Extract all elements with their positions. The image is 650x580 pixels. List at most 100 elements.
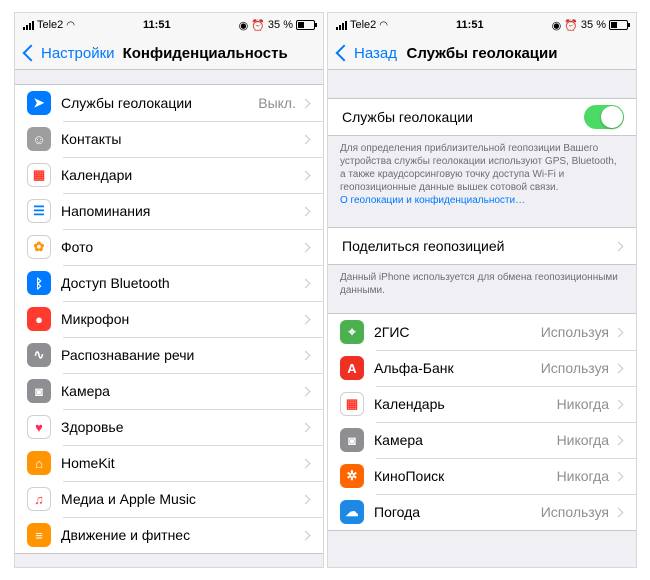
- location-services-screen: Tele2 ◠ 11:51 ◉ ⏰ 35 % Назад Службы геол…: [327, 12, 637, 568]
- chevron-right-icon: [300, 98, 311, 108]
- camera-icon: ◙: [340, 428, 364, 452]
- list-item-label: Распознавание речи: [61, 347, 195, 363]
- alfa-bank-icon: A: [340, 356, 364, 380]
- list-item[interactable]: ▦ Календари: [15, 157, 323, 193]
- clock: 11:51: [143, 19, 171, 31]
- toggle-label: Службы геолокации: [342, 109, 473, 125]
- share-footer: Данный iPhone используется для обмена ге…: [340, 272, 618, 296]
- speech-recognition-icon: ∿: [27, 343, 51, 367]
- share-label: Поделиться геопозицией: [342, 238, 505, 254]
- motion-icon: ≡: [27, 523, 51, 547]
- chevron-right-icon: [300, 422, 311, 432]
- list-item[interactable]: A Альфа-Банк Используя: [328, 350, 636, 386]
- list-item[interactable]: ♫ Медиа и Apple Music: [15, 481, 323, 517]
- contacts-icon: ☺: [27, 127, 51, 151]
- list-item[interactable]: ◙ Камера Никогда: [328, 422, 636, 458]
- battery-icon: [608, 20, 630, 30]
- chevron-right-icon: [300, 278, 311, 288]
- chevron-right-icon: [300, 134, 311, 144]
- battery-icon: [295, 20, 317, 30]
- privacy-link[interactable]: О геолокации и конфиденциальности…: [340, 195, 525, 206]
- list-item[interactable]: ᛒ Доступ Bluetooth: [15, 265, 323, 301]
- list-item-value: Никогда: [556, 432, 609, 448]
- page-title: Конфиденциальность: [122, 44, 288, 62]
- list-item[interactable]: ✲ КиноПоиск Никогда: [328, 458, 636, 494]
- carrier-label: Tele2: [37, 19, 64, 31]
- toggle-description: Для определения приблизительной геопозиц…: [340, 143, 617, 193]
- chevron-left-icon: [335, 44, 353, 62]
- nav-bar: Настройки Конфиденциальность: [15, 37, 323, 70]
- back-button[interactable]: Назад: [328, 45, 397, 62]
- alarm-icon: ⏰: [251, 19, 265, 32]
- list-item-value: Используя: [540, 324, 609, 340]
- chevron-right-icon: [300, 242, 311, 252]
- list-item[interactable]: ⌂ HomeKit: [15, 445, 323, 481]
- location-arrow-icon: ➤: [27, 91, 51, 115]
- chevron-right-icon: [300, 206, 311, 216]
- 2gis-icon: ⌖: [340, 320, 364, 344]
- list-item-label: Камера: [374, 432, 423, 448]
- list-item-label: Микрофон: [61, 311, 130, 327]
- calendar-icon: ▦: [27, 163, 51, 187]
- list-item[interactable]: ∿ Распознавание речи: [15, 337, 323, 373]
- chevron-right-icon: [613, 399, 624, 409]
- list-item[interactable]: ✿ Фото: [15, 229, 323, 265]
- back-label: Назад: [354, 44, 397, 62]
- alarm-icon: ⏰: [564, 19, 578, 32]
- list-item-label: Службы геолокации: [61, 95, 192, 111]
- nav-bar: Назад Службы геолокации: [328, 37, 636, 70]
- chevron-right-icon: [300, 530, 311, 540]
- list-item-label: Медиа и Apple Music: [61, 491, 196, 507]
- clock: 11:51: [456, 19, 484, 31]
- chevron-left-icon: [22, 44, 40, 62]
- list-item[interactable]: ☺ Контакты: [15, 121, 323, 157]
- list-item[interactable]: ◙ Камера: [15, 373, 323, 409]
- list-item[interactable]: ☰ Напоминания: [15, 193, 323, 229]
- location-status-icon: ◉: [551, 19, 562, 32]
- share-location-row[interactable]: Поделиться геопозицией: [328, 228, 636, 264]
- list-item-label: Напоминания: [61, 203, 151, 219]
- camera-icon: ◙: [27, 379, 51, 403]
- chevron-right-icon: [613, 507, 624, 517]
- list-item-value: Используя: [540, 504, 609, 520]
- list-item[interactable]: ♥ Здоровье: [15, 409, 323, 445]
- list-item-value: Никогда: [556, 396, 609, 412]
- list-item-value: Никогда: [556, 468, 609, 484]
- chevron-right-icon: [300, 350, 311, 360]
- wifi-icon: ◠: [66, 19, 76, 31]
- list-item[interactable]: ▦ Календарь Никогда: [328, 386, 636, 422]
- list-item[interactable]: ⌖ 2ГИС Используя: [328, 314, 636, 350]
- list-item[interactable]: ● Микрофон: [15, 301, 323, 337]
- list-item-label: Календарь: [374, 396, 445, 412]
- chevron-right-icon: [300, 170, 311, 180]
- list-item-label: Альфа-Банк: [374, 360, 454, 376]
- wifi-icon: ◠: [379, 19, 389, 31]
- list-item[interactable]: ≡ Движение и фитнес: [15, 517, 323, 553]
- chevron-right-icon: [613, 471, 624, 481]
- battery-percent: 35 %: [267, 19, 293, 31]
- toggle-knob: [601, 106, 623, 128]
- list-item-label: HomeKit: [61, 455, 115, 471]
- status-bar: Tele2 ◠ 11:51 ◉ ⏰ 35 %: [328, 13, 636, 37]
- battery-percent: 35 %: [580, 19, 606, 31]
- music-icon: ♫: [27, 487, 51, 511]
- toggle-group: Службы геолокации: [328, 98, 636, 136]
- list-item-label: Камера: [61, 383, 110, 399]
- chevron-right-icon: [613, 363, 624, 373]
- privacy-screen: Tele2 ◠ 11:51 ◉ ⏰ 35 % Настройки Конфиде…: [14, 12, 324, 568]
- chevron-right-icon: [613, 241, 624, 251]
- list-item-label: 2ГИС: [374, 324, 410, 340]
- apps-list: ⌖ 2ГИС Используя A Альфа-Банк Используя ▦ Кален…: [328, 313, 636, 531]
- chevron-right-icon: [300, 314, 311, 324]
- list-item-label: Движение и фитнес: [61, 527, 191, 543]
- health-icon: ♥: [27, 415, 51, 439]
- list-item-label: Здоровье: [61, 419, 124, 435]
- back-button[interactable]: Настройки: [15, 45, 115, 62]
- status-bar: Tele2 ◠ 11:51 ◉ ⏰ 35 %: [15, 13, 323, 37]
- list-item[interactable]: ☁ Погода Используя: [328, 494, 636, 530]
- list-item[interactable]: ➤ Службы геолокации Выкл.: [15, 85, 323, 121]
- privacy-list: ➤ Службы геолокации Выкл. ☺ Контакты ▦ Календа…: [15, 84, 323, 554]
- location-services-toggle[interactable]: [584, 105, 624, 129]
- chevron-right-icon: [300, 386, 311, 396]
- reminders-icon: ☰: [27, 199, 51, 223]
